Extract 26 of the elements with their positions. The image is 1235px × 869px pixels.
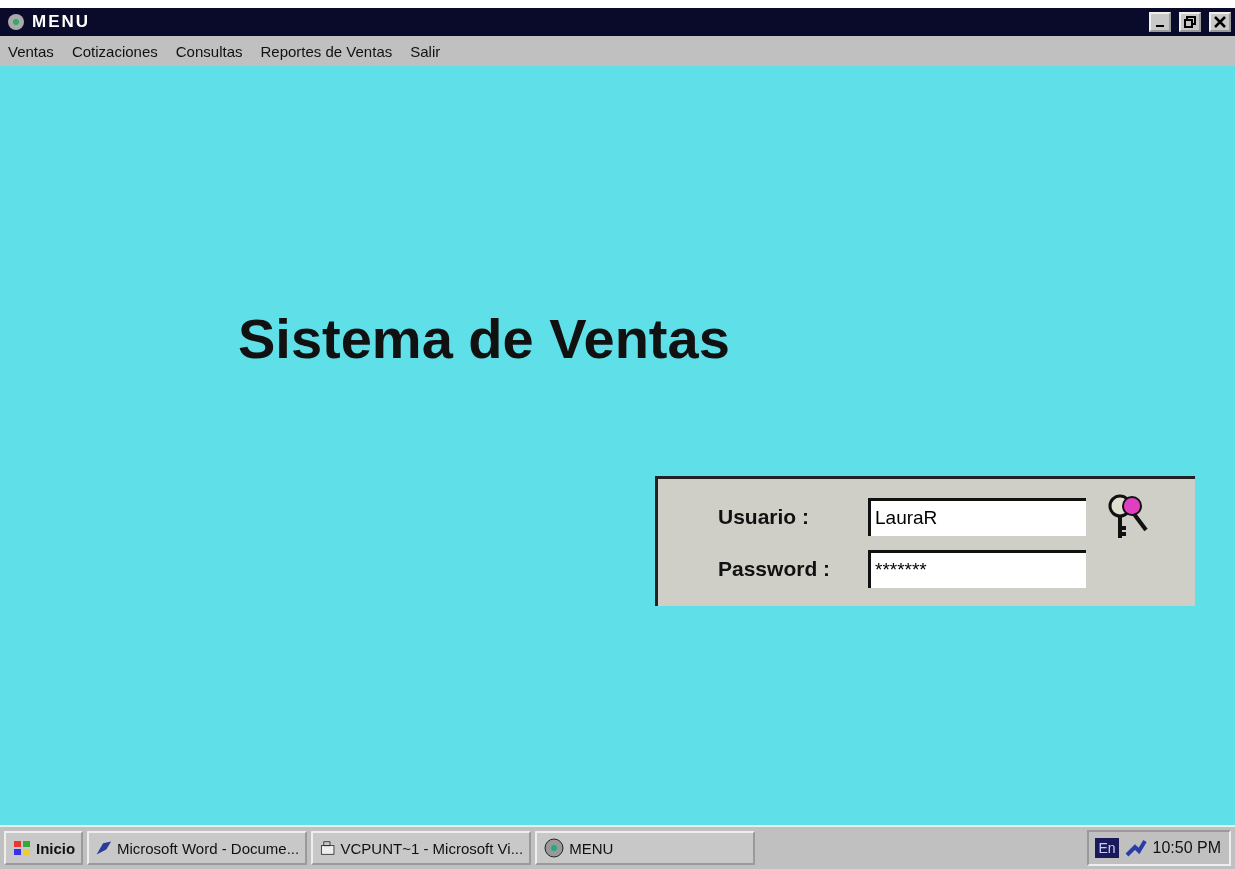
close-button[interactable] bbox=[1209, 12, 1231, 32]
field-label: Password : bbox=[718, 556, 832, 581]
app-heading: Sistema de Ventas bbox=[238, 306, 731, 371]
maximize-button[interactable] bbox=[1179, 12, 1201, 32]
input-field[interactable]: ******* bbox=[868, 549, 1086, 588]
menu-item[interactable]: Ventas bbox=[8, 42, 54, 60]
input-field[interactable]: LauraR bbox=[868, 497, 1086, 536]
minimize-button[interactable] bbox=[1149, 12, 1171, 32]
taskbar-button[interactable]: VCPUNT~1 - Microsoft Vi... bbox=[311, 831, 532, 865]
taskbar-button[interactable]: Microsoft Word - Docume... bbox=[87, 831, 308, 865]
window-title: MENU bbox=[32, 12, 92, 32]
menu-item[interactable]: Cotizaciones bbox=[71, 42, 158, 60]
menu-item[interactable]: Salir bbox=[410, 42, 441, 60]
clock: 10:50 PM bbox=[1152, 839, 1221, 857]
menu-item[interactable]: Consultas bbox=[175, 42, 243, 60]
windows-logo-icon bbox=[12, 839, 32, 857]
minimize-icon bbox=[1156, 25, 1164, 27]
menu-item[interactable]: Reportes de Ventas bbox=[260, 42, 393, 60]
disc-icon bbox=[543, 837, 566, 859]
disc-icon bbox=[6, 12, 26, 32]
close-icon bbox=[1214, 16, 1226, 28]
language-indicator[interactable]: En bbox=[1095, 838, 1119, 858]
field-label: Usuario : bbox=[718, 504, 810, 529]
restore-icon bbox=[1184, 16, 1196, 28]
start-button[interactable]: Inicio bbox=[4, 831, 84, 865]
taskbar-button[interactable]: MENU bbox=[535, 831, 756, 865]
